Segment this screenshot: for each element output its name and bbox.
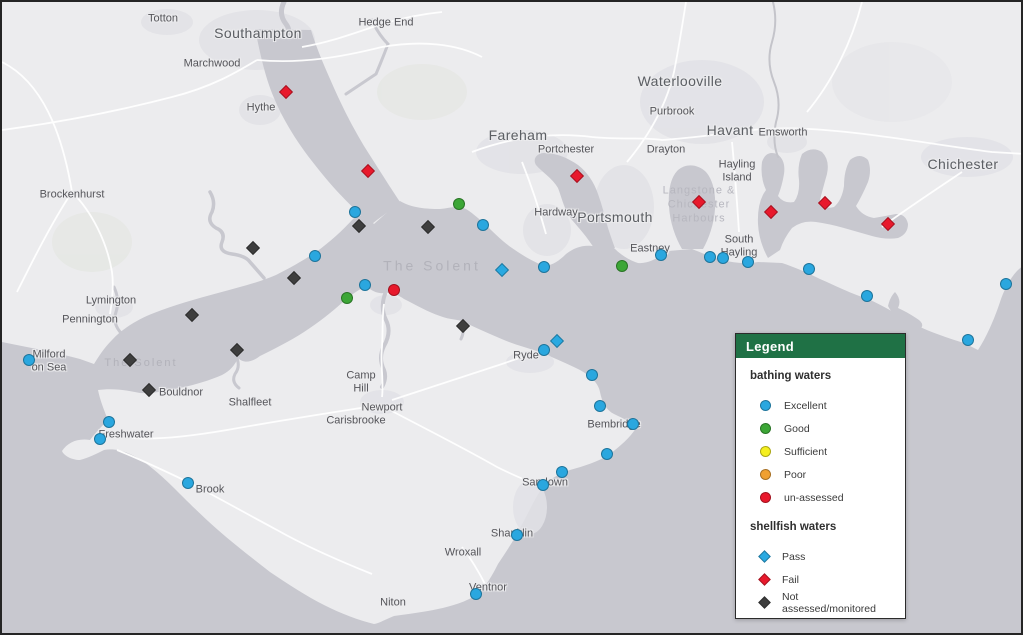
legend-item-fail: Fail — [750, 568, 893, 591]
legend-item-label: Pass — [782, 551, 805, 563]
legend-item-sufficient: Sufficient — [750, 440, 893, 463]
bathing-marker-excellent[interactable] — [511, 529, 523, 541]
water-label: The Solent — [104, 357, 177, 371]
circle-swatch-icon — [760, 469, 771, 480]
legend-title: Legend — [746, 339, 794, 354]
place-label: Purbrook — [650, 106, 695, 119]
place-label: Freshwater — [98, 429, 153, 442]
place-label: Hardway — [534, 207, 577, 220]
place-label: Lymington — [86, 295, 136, 308]
legend-section-heading: bathing waters — [750, 370, 893, 382]
legend-item-label: Sufficient — [784, 446, 827, 458]
place-label: Drayton — [647, 144, 686, 157]
legend-section: bathing waters Excellent Good Sufficient Poo… — [750, 370, 893, 509]
bathing-marker-excellent[interactable] — [594, 400, 606, 412]
legend-item-label: Excellent — [784, 400, 827, 412]
place-label: Brockenhurst — [40, 189, 105, 202]
place-label: Milfordon Sea — [32, 348, 67, 373]
bathing-marker-excellent[interactable] — [1000, 278, 1012, 290]
place-label: Fareham — [489, 127, 548, 143]
bathing-marker-excellent[interactable] — [704, 251, 716, 263]
legend-item-label: un-assessed — [784, 492, 844, 504]
bathing-marker-excellent[interactable] — [94, 433, 106, 445]
legend-item-poor: Poor — [750, 463, 893, 486]
place-label: Bouldnor — [159, 387, 203, 400]
place-label: Southampton — [214, 25, 302, 41]
bathing-marker-excellent[interactable] — [538, 344, 550, 356]
legend-section-heading: shellfish waters — [750, 521, 893, 533]
place-label: Emsworth — [759, 127, 808, 140]
place-label: Hedge End — [358, 17, 413, 30]
circle-swatch-icon — [760, 423, 771, 434]
water-label: The Solent — [383, 257, 481, 275]
place-label: Shalfleet — [229, 397, 272, 410]
bathing-marker-excellent[interactable] — [359, 279, 371, 291]
circle-swatch-icon — [760, 492, 771, 503]
place-label: Portchester — [538, 144, 594, 157]
bathing-marker-excellent[interactable] — [537, 479, 549, 491]
place-label: CampHill — [346, 369, 375, 394]
legend-item-label: Not assessed/monitored — [782, 591, 893, 615]
legend-panel: Legend bathing waters Excellent Good Suffic… — [735, 333, 906, 619]
place-label: HaylingIsland — [719, 158, 756, 183]
place-label: Niton — [380, 597, 406, 610]
place-label: Portsmouth — [577, 209, 653, 225]
legend-item-pass: Pass — [750, 545, 893, 568]
bathing-marker-excellent[interactable] — [655, 249, 667, 261]
place-label: Totton — [148, 13, 178, 26]
bathing-marker-excellent[interactable] — [182, 477, 194, 489]
place-label: Wroxall — [445, 547, 481, 560]
bathing-marker-excellent[interactable] — [23, 354, 35, 366]
place-label: Havant — [707, 122, 754, 138]
place-label: Chichester — [928, 156, 999, 172]
legend-item-label: Poor — [784, 469, 806, 481]
circle-swatch-icon — [760, 446, 771, 457]
bathing-marker-good[interactable] — [341, 292, 353, 304]
legend-body: bathing waters Excellent Good Sufficient Poo… — [736, 358, 905, 614]
bathing-marker-excellent[interactable] — [477, 219, 489, 231]
diamond-swatch-icon — [758, 573, 771, 586]
place-label: Carisbrooke — [326, 415, 385, 428]
bathing-marker-excellent[interactable] — [309, 250, 321, 262]
diamond-swatch-icon — [758, 550, 771, 563]
place-label: Pennington — [62, 314, 118, 327]
place-label: Hythe — [247, 102, 276, 115]
bathing-marker-excellent[interactable] — [470, 588, 482, 600]
bathing-marker-excellent[interactable] — [586, 369, 598, 381]
legend-item-label: Good — [784, 423, 810, 435]
bathing-marker-excellent[interactable] — [349, 206, 361, 218]
bathing-marker-excellent[interactable] — [103, 416, 115, 428]
bathing-marker-excellent[interactable] — [538, 261, 550, 273]
place-label: Newport — [362, 402, 403, 415]
legend-header: Legend — [736, 334, 905, 358]
place-label: Ryde — [513, 350, 539, 363]
bathing-marker-excellent[interactable] — [742, 256, 754, 268]
bathing-marker-excellent[interactable] — [601, 448, 613, 460]
bathing-marker-excellent[interactable] — [803, 263, 815, 275]
legend-item-notassessed: Not assessed/monitored — [750, 591, 893, 614]
bathing-marker-excellent[interactable] — [861, 290, 873, 302]
bathing-marker-good[interactable] — [616, 260, 628, 272]
place-label: Marchwood — [184, 58, 241, 71]
place-label: Waterlooville — [638, 73, 723, 89]
bathing-marker-excellent[interactable] — [556, 466, 568, 478]
legend-item-label: Fail — [782, 574, 799, 586]
place-label: Brook — [196, 484, 225, 497]
bathing-marker-unassessed[interactable] — [388, 284, 400, 296]
bathing-marker-excellent[interactable] — [627, 418, 639, 430]
bathing-marker-excellent[interactable] — [717, 252, 729, 264]
map-screenshot: The SolentThe SolentLangstone &Chicheste… — [0, 0, 1023, 635]
legend-item-unassessed: un-assessed — [750, 486, 893, 509]
bathing-marker-good[interactable] — [453, 198, 465, 210]
diamond-swatch-icon — [758, 596, 771, 609]
legend-item-excellent: Excellent — [750, 394, 893, 417]
circle-swatch-icon — [760, 400, 771, 411]
legend-item-good: Good — [750, 417, 893, 440]
legend-section: shellfish waters Pass Fail Not assessed/mon… — [750, 521, 893, 614]
bathing-marker-excellent[interactable] — [962, 334, 974, 346]
